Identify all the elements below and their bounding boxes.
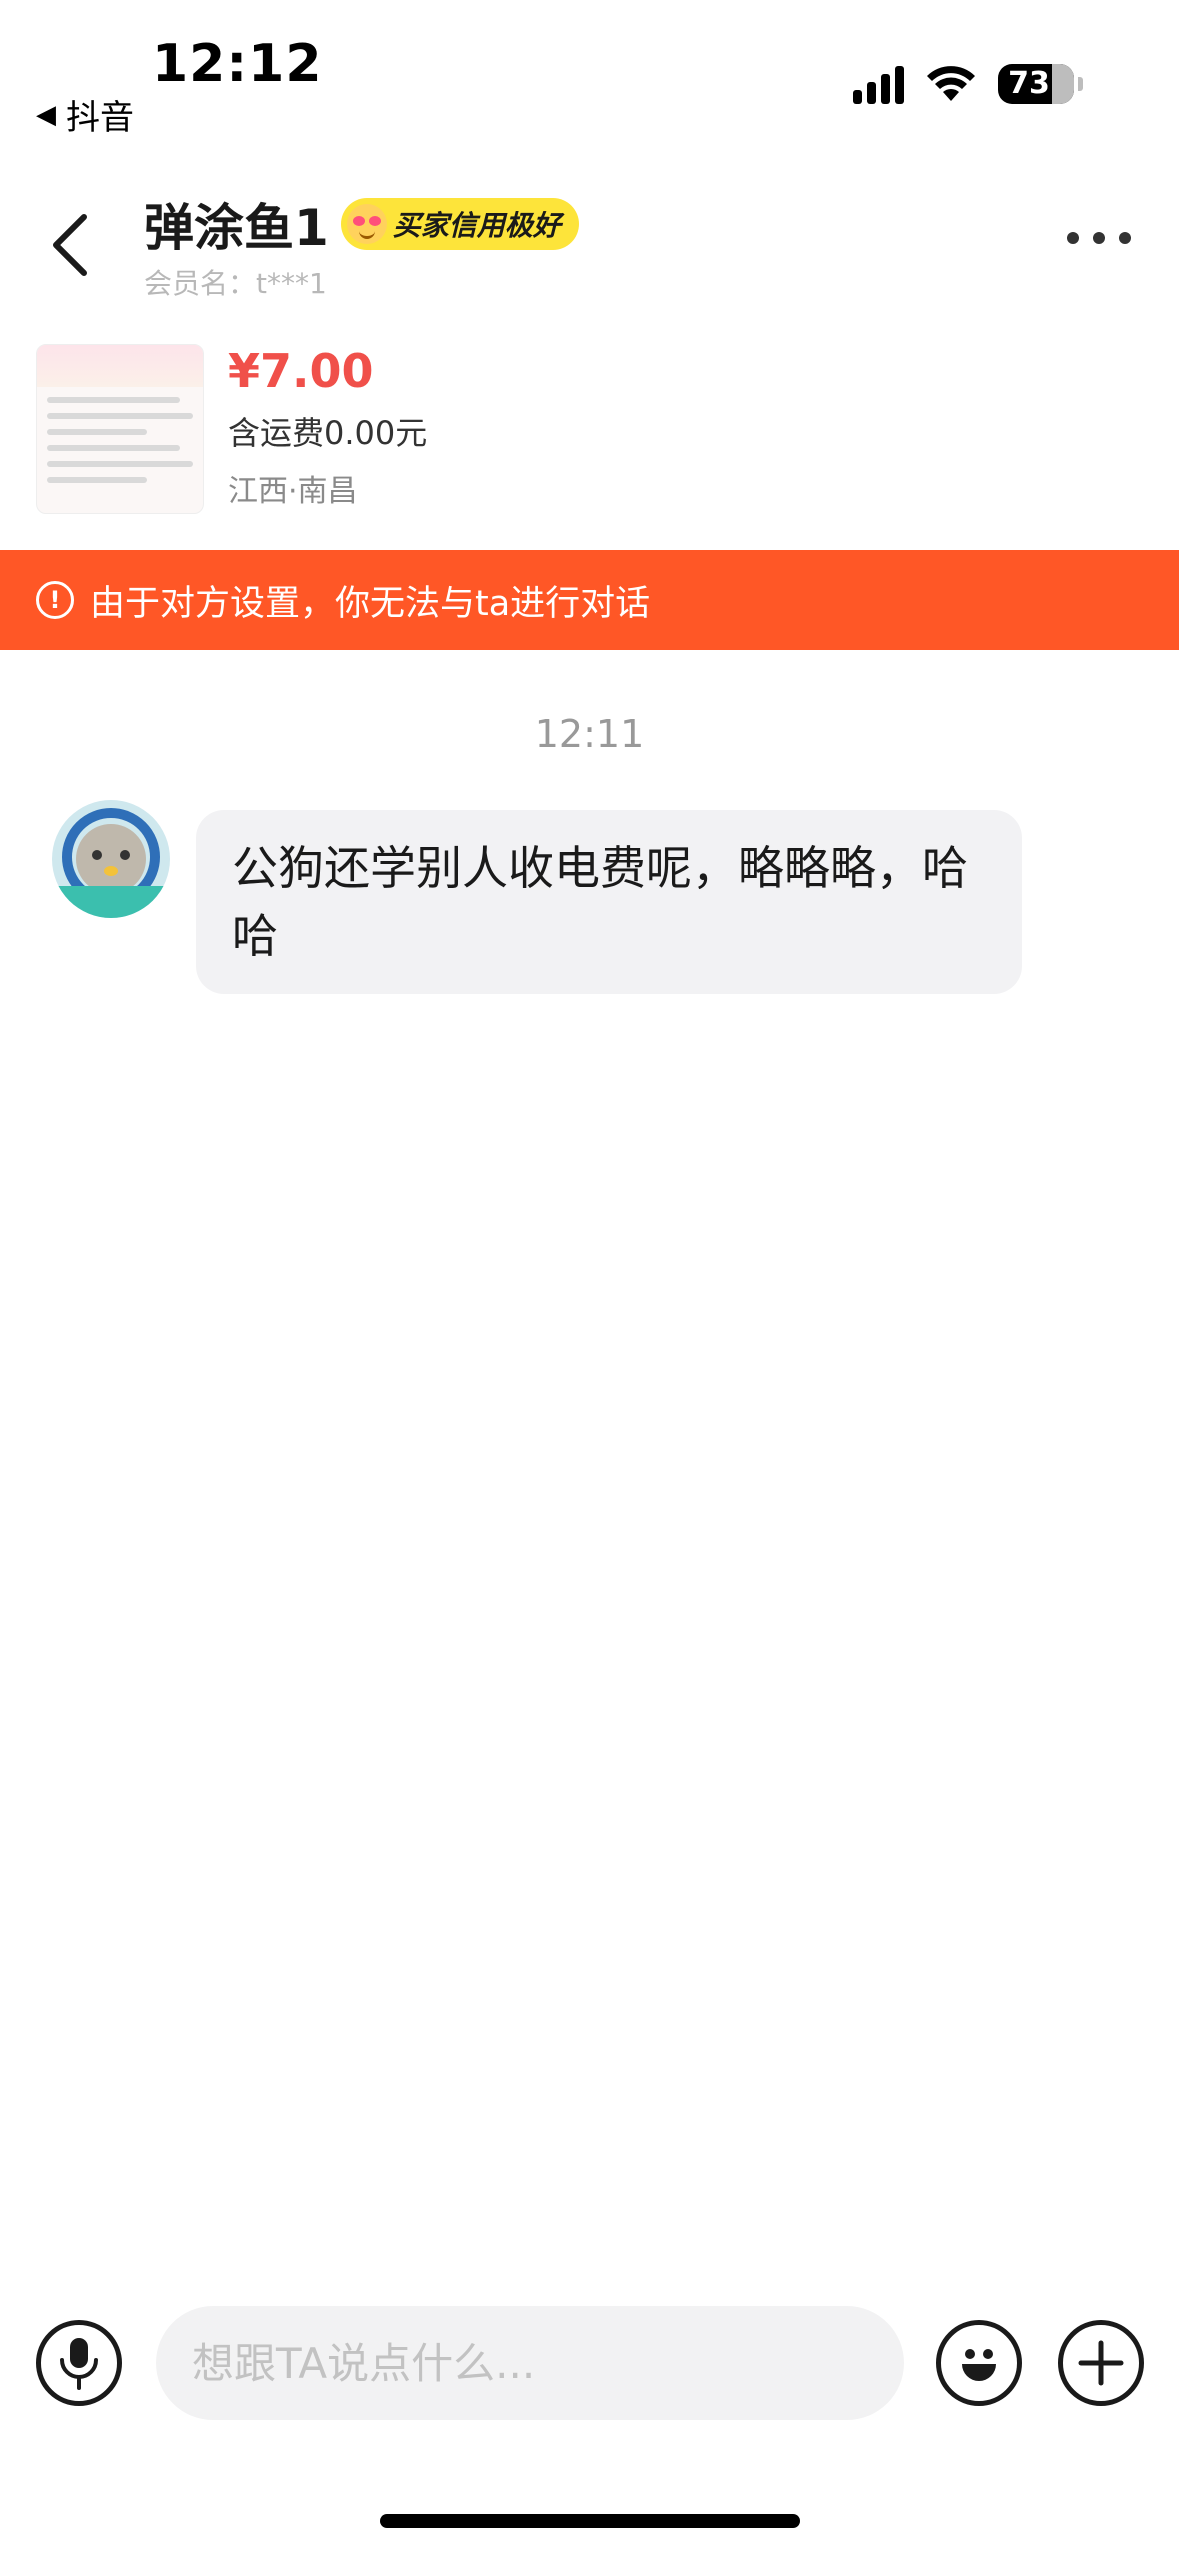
status-time: 12:12	[152, 34, 323, 94]
plus-button[interactable]	[1058, 2320, 1144, 2406]
back-icon	[53, 214, 87, 276]
plus-icon	[1078, 2340, 1124, 2386]
wifi-icon	[927, 66, 975, 101]
back-triangle-icon: ◀	[36, 99, 56, 130]
input-bar	[0, 2300, 1179, 2430]
system-icons: 73	[853, 64, 1083, 104]
emoji-button[interactable]	[936, 2320, 1022, 2406]
credit-badge-label: 买家信用极好	[392, 209, 561, 242]
avatar[interactable]	[52, 800, 170, 918]
battery-icon: 73	[998, 64, 1074, 104]
more-icon[interactable]	[1067, 232, 1131, 244]
product-card[interactable]: ¥7.00 含运费0.00元 江西·南昌	[0, 340, 1179, 520]
alert-icon: !	[36, 581, 74, 619]
emoji-icon	[962, 2349, 996, 2381]
back-button[interactable]	[40, 210, 100, 280]
back-to-app-button[interactable]: ◀ 抖音	[36, 90, 134, 139]
restriction-notice: ! 由于对方设置，你无法与ta进行对话	[0, 550, 1179, 650]
product-price: ¥7.00	[228, 344, 374, 398]
credit-badge: 买家信用极好	[340, 198, 579, 250]
message-input[interactable]	[156, 2306, 904, 2420]
mic-icon	[60, 2338, 98, 2390]
voice-button[interactable]	[36, 2320, 122, 2406]
battery-tip	[1078, 77, 1083, 91]
product-shipping: 含运费0.00元	[228, 414, 428, 452]
chat-header: 弹涂鱼1 买家信用极好 会员名：t***1	[0, 170, 1179, 310]
product-location: 江西·南昌	[228, 474, 358, 509]
contact-name: 弹涂鱼1	[144, 199, 329, 257]
member-name: 会员名：t***1	[144, 267, 327, 300]
signal-icon	[853, 64, 904, 104]
product-thumbnail[interactable]	[36, 344, 204, 514]
home-indicator[interactable]	[380, 2514, 800, 2528]
notice-text: 由于对方设置，你无法与ta进行对话	[90, 583, 651, 624]
title-row: 弹涂鱼1 买家信用极好	[144, 188, 579, 260]
battery-level: 73	[1008, 66, 1050, 101]
back-app-label: 抖音	[66, 98, 134, 138]
status-bar: 12:12 ◀ 抖音 73	[0, 0, 1179, 140]
message-bubble[interactable]: 公狗还学别人收电费呢，略略略，哈哈	[196, 810, 1022, 994]
message-timestamp: 12:11	[534, 712, 645, 756]
heart-eyes-emoji-icon	[346, 204, 387, 244]
